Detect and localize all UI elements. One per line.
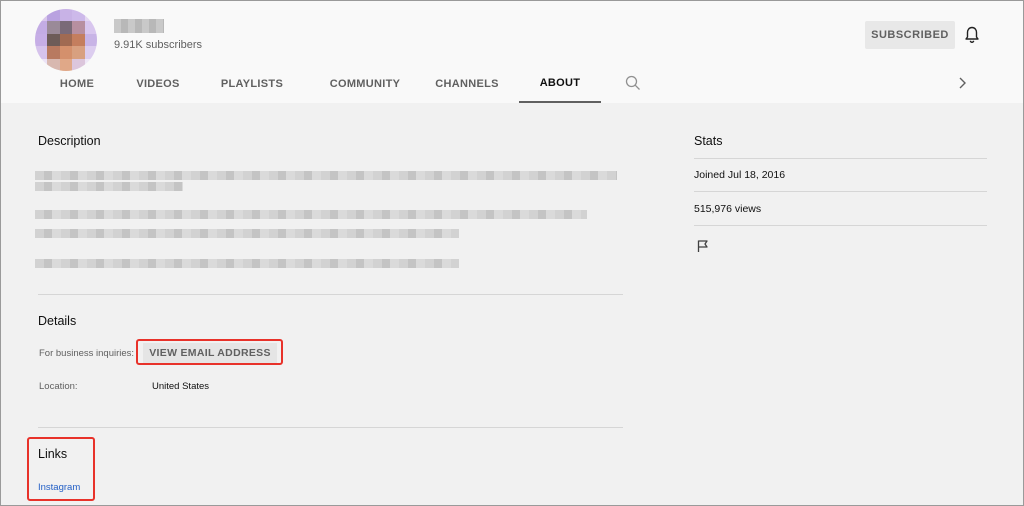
joined-date: Joined Jul 18, 2016 <box>694 169 786 181</box>
search-icon[interactable] <box>625 75 643 93</box>
description-text-redacted <box>35 182 183 191</box>
stats-title: Stats <box>694 134 723 148</box>
business-inquiries-label: For business inquiries: <box>39 348 135 359</box>
subscriber-count: 9.91K subscribers <box>114 39 203 51</box>
location-label: Location: <box>39 381 78 392</box>
divider <box>694 191 987 192</box>
description-text-redacted <box>35 210 587 219</box>
view-count: 515,976 views <box>694 203 762 215</box>
description-text-redacted <box>35 229 459 238</box>
highlight-box <box>136 339 283 365</box>
bell-icon[interactable] <box>963 25 981 45</box>
tab-home[interactable]: HOME <box>37 65 117 103</box>
channel-name-redacted <box>114 19 164 33</box>
channel-header: 9.91K subscribers SUBSCRIBED HOME VIDEOS… <box>1 1 1023 103</box>
channel-tabs: HOME VIDEOS PLAYLISTS COMMUNITY CHANNELS… <box>37 65 987 103</box>
tab-playlists[interactable]: PLAYLISTS <box>209 65 295 103</box>
description-text-redacted <box>35 171 617 180</box>
tab-videos[interactable]: VIDEOS <box>129 65 187 103</box>
subscribed-button[interactable]: SUBSCRIBED <box>865 21 955 49</box>
tab-community[interactable]: COMMUNITY <box>317 65 413 103</box>
chevron-right-icon[interactable] <box>957 76 971 92</box>
divider <box>38 294 623 295</box>
tab-channels[interactable]: CHANNELS <box>433 65 501 103</box>
details-title: Details <box>38 314 77 328</box>
channel-about-page: 9.91K subscribers SUBSCRIBED HOME VIDEOS… <box>0 0 1024 506</box>
highlight-box <box>27 437 95 501</box>
divider <box>38 427 623 428</box>
channel-avatar[interactable] <box>35 9 97 71</box>
description-title: Description <box>38 134 101 148</box>
flag-icon[interactable] <box>696 239 710 253</box>
description-text-redacted <box>35 259 459 268</box>
location-value: United States <box>152 381 210 392</box>
tab-about[interactable]: ABOUT <box>519 65 601 103</box>
divider <box>694 225 987 226</box>
divider <box>694 158 987 159</box>
